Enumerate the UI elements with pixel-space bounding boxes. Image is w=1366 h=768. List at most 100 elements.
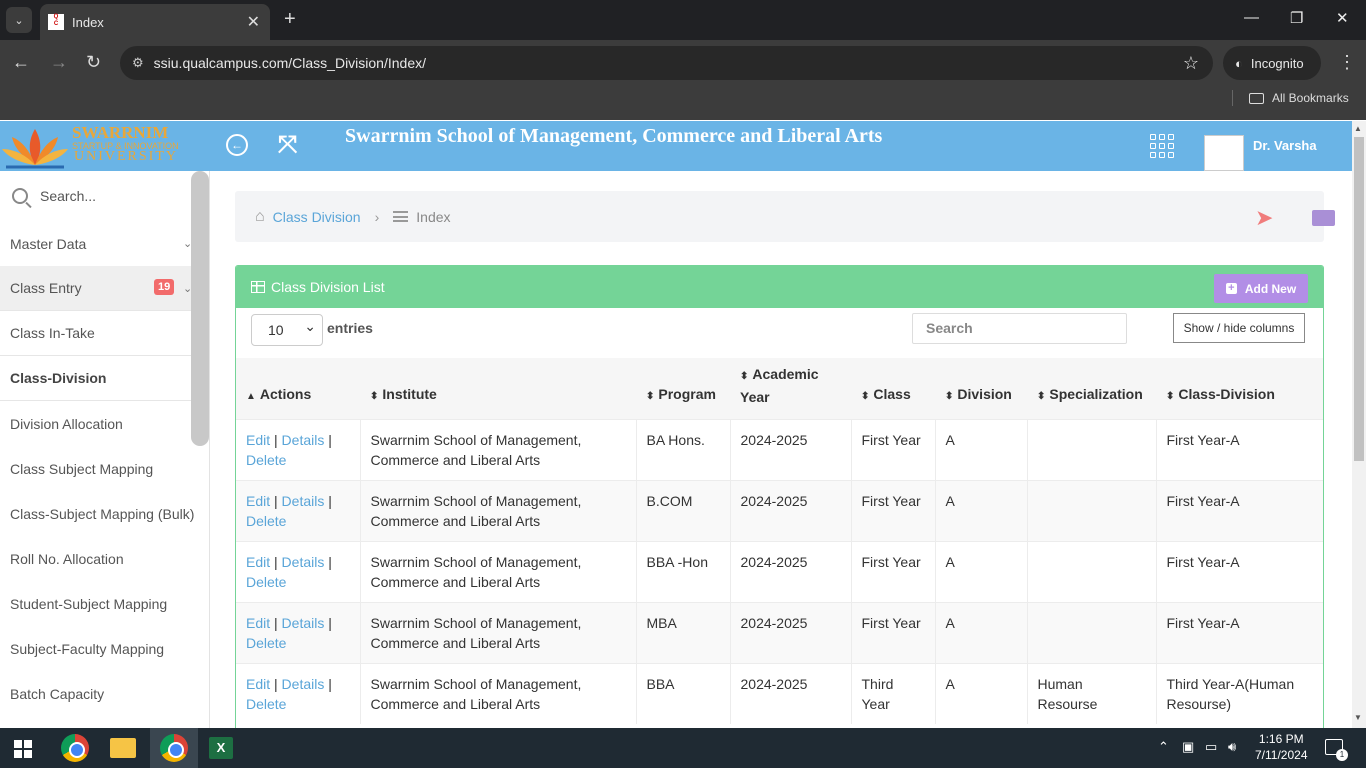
- volume-icon[interactable]: 🔊︎: [1228, 739, 1236, 755]
- windows-start-icon[interactable]: [14, 740, 32, 758]
- incognito-indicator[interactable]: ◐ Incognito: [1223, 46, 1321, 80]
- site-info-icon[interactable]: ⚙: [132, 55, 144, 71]
- details-link[interactable]: Details: [282, 493, 325, 509]
- panel-header: Class Division List + Add New: [236, 266, 1323, 308]
- delete-link[interactable]: Delete: [246, 452, 286, 468]
- sidebar-item-class-entry[interactable]: Class Entry 19 ⌄: [0, 266, 209, 311]
- fullscreen-icon[interactable]: ⤧: [278, 131, 297, 159]
- user-name[interactable]: Dr. Varsha: [1253, 138, 1317, 153]
- edit-link[interactable]: Edit: [246, 493, 270, 509]
- new-tab-icon[interactable]: +: [284, 8, 296, 31]
- search-icon: [12, 188, 28, 204]
- column-header-academic-year[interactable]: ⬍ Academic Year: [730, 358, 851, 419]
- restore-icon[interactable]: ❐: [1290, 9, 1303, 27]
- browser-tab[interactable]: QC Index ✕: [40, 4, 270, 40]
- system-clock[interactable]: 1:16 PM 7/11/2024: [1255, 731, 1308, 763]
- tray-chevron-up-icon[interactable]: ⌃: [1158, 739, 1169, 755]
- address-bar[interactable]: ⚙ ssiu.qualcampus.com/Class_Division/Ind…: [120, 46, 1213, 80]
- tab-close-icon[interactable]: ✕: [247, 12, 260, 32]
- sidebar-item-batch-capacity[interactable]: Batch Capacity: [0, 671, 209, 716]
- sidebar-item-class-division[interactable]: Class-Division: [0, 356, 209, 401]
- forward-arrow-icon[interactable]: →: [50, 52, 68, 73]
- sidebar-item-master-data[interactable]: Master Data ⌄: [0, 221, 209, 266]
- class-division-cell: First Year-A: [1155, 540, 1323, 602]
- sidebar-item-student-subject-mapping[interactable]: Student-Subject Mapping: [0, 581, 209, 626]
- back-arrow-icon[interactable]: ←: [12, 52, 30, 73]
- action-separator: |: [274, 614, 278, 631]
- institute-cell: Swarrnim School of Management, Commerce …: [359, 540, 636, 602]
- all-bookmarks[interactable]: All Bookmarks: [1232, 90, 1349, 106]
- sidebar-item-subject-faculty-mapping[interactable]: Subject-Faculty Mapping: [0, 626, 209, 671]
- column-header-specialization[interactable]: ⬍ Specialization: [1027, 358, 1156, 419]
- tab-search-chevron-icon[interactable]: ⌄: [6, 7, 32, 33]
- edit-link[interactable]: Edit: [246, 554, 270, 570]
- close-window-icon[interactable]: ✕: [1336, 9, 1349, 27]
- network-icon[interactable]: ▭: [1205, 739, 1217, 755]
- excel-taskbar-icon[interactable]: X: [209, 737, 233, 759]
- class-cell: First Year: [850, 601, 935, 663]
- action-separator: |: [328, 431, 332, 448]
- reload-icon[interactable]: ↻: [86, 52, 101, 73]
- division-cell: A: [934, 540, 1027, 602]
- sidebar-search[interactable]: Search...: [0, 171, 209, 221]
- sidebar-item-class-subject-mapping-bulk[interactable]: Class-Subject Mapping (Bulk): [0, 491, 209, 536]
- add-new-button[interactable]: + Add New: [1214, 274, 1308, 303]
- column-header-division[interactable]: ⬍ Division: [935, 358, 1027, 419]
- delete-link[interactable]: Delete: [246, 513, 286, 529]
- windows-taskbar: X ⌃ ▣ ▭ 🔊︎ 1:16 PM 7/11/2024 1: [0, 728, 1366, 768]
- details-link[interactable]: Details: [282, 554, 325, 570]
- panel-title: Class Division List: [271, 279, 385, 295]
- breadcrumb-parent-link[interactable]: Class Division: [273, 209, 361, 225]
- apps-grid-icon[interactable]: [1150, 134, 1174, 158]
- details-link[interactable]: Details: [282, 676, 325, 692]
- column-header-institute[interactable]: ⬍ Institute: [360, 358, 636, 419]
- specialization-cell: Human Resourse: [1026, 662, 1156, 724]
- sidebar-search-input[interactable]: Search...: [40, 188, 96, 204]
- minimize-icon[interactable]: —: [1244, 9, 1259, 26]
- scroll-up-icon[interactable]: ▲: [1354, 124, 1362, 133]
- file-explorer-icon[interactable]: [110, 738, 136, 758]
- sidebar-scrollbar[interactable]: [191, 171, 209, 446]
- page-scrollbar[interactable]: ▲ ▼: [1352, 121, 1366, 728]
- back-circle-icon[interactable]: ←: [226, 134, 248, 156]
- sidebar-item-class-subject-mapping[interactable]: Class Subject Mapping: [0, 446, 209, 491]
- edit-link[interactable]: Edit: [246, 432, 270, 448]
- browser-menu-icon[interactable]: ⋮: [1338, 52, 1356, 73]
- chrome-taskbar-icon[interactable]: [61, 734, 89, 762]
- tray-device-icon[interactable]: ▣: [1182, 739, 1194, 755]
- sort-icon: ⬍: [740, 370, 749, 382]
- delete-link[interactable]: Delete: [246, 696, 286, 712]
- scroll-down-icon[interactable]: ▼: [1354, 713, 1362, 722]
- column-header-class-division[interactable]: ⬍ Class-Division: [1156, 358, 1323, 419]
- url-text[interactable]: ssiu.qualcampus.com/Class_Division/Index…: [154, 55, 1183, 71]
- class-division-cell: First Year-A: [1155, 418, 1323, 480]
- sidebar-item-label: Class-Division: [10, 370, 107, 386]
- table-row: Edit | Details | Delete Swarrnim School of…: [236, 540, 1323, 602]
- column-header-actions[interactable]: ▲ Actions: [236, 358, 360, 419]
- column-header-program[interactable]: ⬍ Program: [636, 358, 730, 419]
- app-header: SWARRNIM STARTUP & INNOVATION UNIVERSITY…: [0, 121, 1352, 171]
- user-avatar[interactable]: [1204, 135, 1244, 171]
- column-header-class[interactable]: ⬍ Class: [851, 358, 935, 419]
- delete-link[interactable]: Delete: [246, 574, 286, 590]
- actions-cell: Edit | Details | Delete: [236, 418, 360, 480]
- mail-icon[interactable]: [1312, 210, 1335, 226]
- paper-plane-icon[interactable]: ➤: [1255, 205, 1273, 231]
- class-division-cell: First Year-A: [1155, 479, 1323, 541]
- program-cell: BBA -Hon: [635, 540, 730, 602]
- delete-link[interactable]: Delete: [246, 635, 286, 651]
- edit-link[interactable]: Edit: [246, 615, 270, 631]
- details-link[interactable]: Details: [282, 432, 325, 448]
- university-logo[interactable]: SWARRNIM STARTUP & INNOVATION UNIVERSITY: [0, 121, 182, 171]
- chrome-profile-taskbar-icon[interactable]: [160, 734, 188, 762]
- entries-length-select[interactable]: 10: [251, 311, 323, 346]
- details-link[interactable]: Details: [282, 615, 325, 631]
- page-scroll-thumb[interactable]: [1354, 137, 1364, 461]
- table-search-input[interactable]: Search: [912, 313, 1127, 344]
- bookmark-star-icon[interactable]: ☆: [1183, 53, 1199, 74]
- sidebar-item-class-in-take[interactable]: Class In-Take: [0, 311, 209, 356]
- sidebar-item-roll-no-allocation[interactable]: Roll No. Allocation: [0, 536, 209, 581]
- sidebar-item-division-allocation[interactable]: Division Allocation: [0, 401, 209, 446]
- edit-link[interactable]: Edit: [246, 676, 270, 692]
- show-hide-columns-button[interactable]: Show / hide columns: [1173, 313, 1305, 343]
